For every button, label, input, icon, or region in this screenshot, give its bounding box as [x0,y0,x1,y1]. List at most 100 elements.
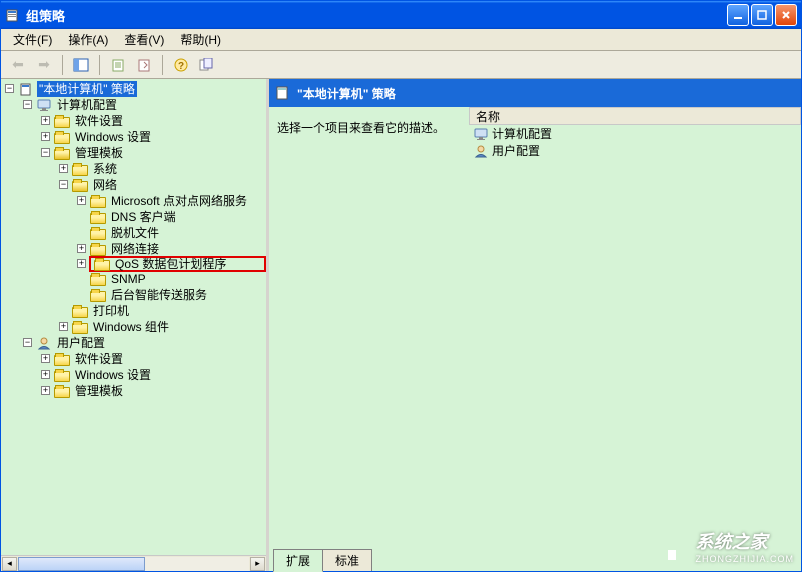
tree-ms-p2p[interactable]: Microsoft 点对点网络服务 [89,193,266,209]
scrollbar-track[interactable] [18,557,249,571]
folder-icon [94,260,110,271]
tree-user-windows[interactable]: Windows 设置 [53,367,266,383]
folder-icon [72,307,88,318]
content-area: − "本地计算机" 策略 − 计算机配置 +软件设置 +Wind [1,79,801,571]
tree-label: "本地计算机" 策略 [37,81,137,97]
tree-user-config[interactable]: 用户配置 [35,335,266,351]
back-button[interactable]: ⬅ [7,54,29,76]
maximize-button[interactable] [751,4,773,26]
tree-snmp[interactable]: SNMP [89,271,266,287]
expand-icon[interactable]: + [41,370,50,379]
tree-system[interactable]: 系统 [71,161,266,177]
folder-open-icon [54,149,70,160]
description-text: 选择一个项目来查看它的描述。 [277,121,445,135]
svg-text:?: ? [178,61,184,72]
tab-standard[interactable]: 标准 [322,549,372,571]
help-button[interactable]: ? [170,54,192,76]
properties-button[interactable] [107,54,129,76]
collapse-icon[interactable]: − [41,148,50,157]
tree-network-connections[interactable]: 网络连接 [89,241,266,257]
menu-action[interactable]: 操作(A) [60,29,116,50]
forward-button[interactable]: ➡ [33,54,55,76]
menu-help[interactable]: 帮助(H) [172,29,229,50]
window-title: 组策略 [26,6,727,25]
folder-icon [72,165,88,176]
scroll-left-button[interactable]: ◂ [2,557,17,571]
details-body: 选择一个项目来查看它的描述。 名称 计算机配置 用户配置 [269,107,801,549]
tree-label: 网络连接 [109,241,161,257]
tree-label: Windows 设置 [73,367,153,383]
tree-network[interactable]: 网络 [71,177,266,193]
tree-software-settings[interactable]: 软件设置 [53,113,266,129]
tree-admin-templates[interactable]: 管理模板 [53,145,266,161]
expand-icon[interactable]: + [77,259,86,268]
folder-icon [90,275,106,286]
folder-icon [54,387,70,398]
tree-offline-files[interactable]: 脱机文件 [89,225,266,241]
list-item-computer-config[interactable]: 计算机配置 [469,125,801,142]
show-hide-tree-button[interactable] [70,54,92,76]
house-icon [654,530,690,562]
tree-dns-client[interactable]: DNS 客户端 [89,209,266,225]
scrollbar-thumb[interactable] [18,557,145,571]
watermark-text: 系统之家 [696,532,768,552]
tree-windows-settings[interactable]: Windows 设置 [53,129,266,145]
expand-icon[interactable]: + [77,244,86,253]
collapse-icon[interactable]: − [23,100,32,109]
folder-icon [54,133,70,144]
tree-label: Microsoft 点对点网络服务 [109,193,249,209]
scroll-right-button[interactable]: ▸ [250,557,265,571]
folder-icon [54,355,70,366]
tree-label: 网络 [91,177,119,193]
collapse-icon[interactable]: − [59,180,68,189]
expand-icon[interactable]: + [59,164,68,173]
user-icon [473,144,489,158]
expand-icon[interactable]: + [59,322,68,331]
tree-user-software[interactable]: 软件设置 [53,351,266,367]
expand-icon[interactable]: + [41,386,50,395]
tree-label: 软件设置 [73,113,125,129]
toolbar: ⬅ ➡ ? [1,51,801,79]
tree-label: 后台智能传送服务 [109,287,209,303]
horizontal-scrollbar[interactable]: ◂ ▸ [1,555,266,571]
expand-icon[interactable]: + [41,116,50,125]
tree-view[interactable]: − "本地计算机" 策略 − 计算机配置 +软件设置 +Wind [1,79,266,555]
menu-view[interactable]: 查看(V) [116,29,172,50]
templates-button[interactable] [196,54,218,76]
tree-root[interactable]: "本地计算机" 策略 [17,81,266,97]
tab-extended[interactable]: 扩展 [273,549,323,572]
list-column: 名称 计算机配置 用户配置 [469,107,801,549]
tree-bits[interactable]: 后台智能传送服务 [89,287,266,303]
computer-icon [473,127,489,141]
folder-icon [54,371,70,382]
tree-qos-scheduler[interactable]: QoS 数据包计划程序 [89,256,266,272]
collapse-icon[interactable]: − [5,84,14,93]
menu-file[interactable]: 文件(F) [5,29,60,50]
minimize-button[interactable] [727,4,749,26]
list-item-label: 计算机配置 [492,125,552,142]
list-item-user-config[interactable]: 用户配置 [469,142,801,159]
tree-user-admin[interactable]: 管理模板 [53,383,266,399]
list-item-label: 用户配置 [492,142,540,159]
tree-windows-components[interactable]: Windows 组件 [71,319,266,335]
computer-icon [36,98,52,112]
tree-label: DNS 客户端 [109,209,178,225]
tree-label: SNMP [109,271,148,287]
expand-icon[interactable]: + [41,132,50,141]
collapse-icon[interactable]: − [23,338,32,347]
expand-icon[interactable]: + [77,196,86,205]
user-icon [36,336,52,350]
menu-bar: 文件(F) 操作(A) 查看(V) 帮助(H) [1,29,801,51]
expand-icon[interactable]: + [41,354,50,363]
watermark-subtext: ZHONGZHIJIA.COM [696,554,795,564]
tree-label: 系统 [91,161,119,177]
tree-printers[interactable]: 打印机 [71,303,266,319]
tree-label: 打印机 [91,303,131,319]
folder-icon [90,229,106,240]
column-header-name[interactable]: 名称 [469,107,801,125]
title-bar[interactable]: 组策略 [1,1,801,29]
folder-icon [90,197,106,208]
close-button[interactable] [775,4,797,26]
tree-computer-config[interactable]: 计算机配置 [35,97,266,113]
export-button[interactable] [133,54,155,76]
